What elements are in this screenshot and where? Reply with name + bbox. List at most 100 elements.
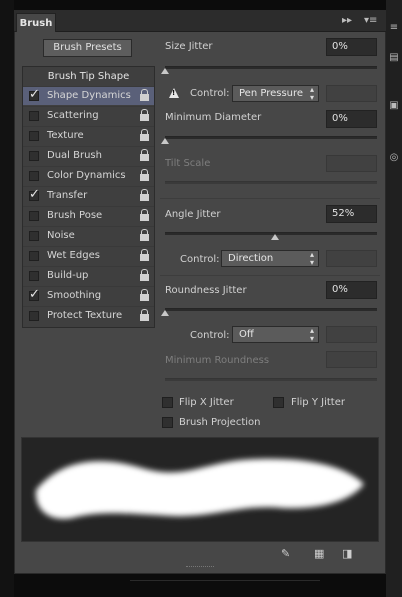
angle-jitter-slider-thumb[interactable] — [271, 234, 280, 240]
size-jitter-field[interactable]: 0% — [326, 38, 377, 56]
collapse-panel-icon[interactable]: ▸▸ — [342, 14, 352, 28]
brush-pose-checkbox[interactable] — [29, 211, 39, 221]
flip-y-jitter-checkbox[interactable] — [273, 397, 284, 408]
list-item-dual-brush[interactable]: Dual Brush — [23, 146, 154, 165]
panel-resize-grip[interactable] — [186, 566, 214, 570]
minimum-roundness-label: Minimum Roundness — [165, 355, 270, 366]
list-item-scattering[interactable]: Scattering — [23, 106, 154, 125]
roundness-control-label: Control: — [190, 330, 230, 341]
tab-brush[interactable]: Brush — [16, 13, 56, 32]
panel-tab-bar — [14, 10, 386, 32]
grid-icon[interactable]: ▦ — [314, 548, 324, 560]
flip-y-jitter-label: Flip Y Jitter — [291, 397, 345, 408]
color-dynamics-checkbox[interactable] — [29, 171, 39, 181]
smoothing-checkbox[interactable]: ✓ — [29, 288, 40, 301]
minimum-roundness-slider-track — [165, 378, 377, 381]
lock-icon[interactable] — [139, 289, 150, 303]
roundness-control-value: Off — [239, 329, 254, 340]
minimum-diameter-slider-thumb[interactable] — [161, 138, 169, 144]
list-item-protect-texture[interactable]: Protect Texture — [23, 306, 154, 325]
brush-stroke-preview — [21, 437, 379, 542]
texture-checkbox[interactable] — [29, 131, 39, 141]
left-app-area — [0, 0, 14, 597]
scattering-checkbox[interactable] — [29, 111, 39, 121]
angle-jitter-field[interactable]: 52% — [326, 205, 377, 223]
roundness-jitter-field[interactable]: 0% — [326, 281, 377, 299]
size-jitter-slider-thumb[interactable] — [161, 68, 169, 74]
angle-control-extra-field — [326, 250, 377, 267]
list-item-label: Shape Dynamics — [47, 90, 131, 101]
lock-icon[interactable] — [139, 189, 150, 203]
brush-stroke-image — [35, 458, 365, 519]
angle-jitter-label: Angle Jitter — [165, 209, 221, 220]
canvas-edge — [130, 580, 320, 581]
transfer-checkbox[interactable]: ✓ — [29, 188, 40, 201]
section-divider — [160, 275, 380, 276]
list-item-label: Noise — [47, 230, 75, 241]
wet-edges-checkbox[interactable] — [29, 251, 39, 261]
list-item-noise[interactable]: Noise — [23, 226, 154, 245]
panel-icon-4[interactable]: ◎ — [388, 152, 400, 164]
flip-x-jitter-label: Flip X Jitter — [179, 397, 234, 408]
tilt-scale-label: Tilt Scale — [165, 158, 211, 169]
minimum-roundness-field — [326, 351, 377, 368]
right-toolbar: ≡ ▤ ▣ ◎ — [386, 0, 402, 597]
minimum-diameter-slider-track[interactable] — [165, 136, 377, 139]
tilt-scale-slider-track — [165, 181, 377, 184]
panel-icon-1[interactable]: ≡ — [388, 22, 400, 34]
lock-icon[interactable] — [139, 169, 150, 183]
panel-icon-2[interactable]: ▤ — [388, 52, 400, 64]
lock-icon[interactable] — [139, 229, 150, 243]
build-up-checkbox[interactable] — [29, 271, 39, 281]
list-item-transfer[interactable]: ✓ Transfer — [23, 186, 154, 205]
list-item-label: Brush Pose — [47, 210, 103, 221]
lock-icon[interactable] — [139, 309, 150, 323]
roundness-control-extra-field — [326, 326, 377, 343]
brush-projection-checkbox[interactable] — [162, 417, 173, 428]
new-document-icon[interactable]: ◨ — [342, 548, 352, 560]
lock-icon[interactable] — [139, 209, 150, 223]
list-item-color-dynamics[interactable]: Color Dynamics — [23, 166, 154, 185]
size-jitter-label: Size Jitter — [165, 41, 213, 52]
flip-x-jitter-checkbox[interactable] — [162, 397, 173, 408]
panel-menu-icon[interactable]: ▾≡ — [364, 14, 377, 28]
list-item-brush-pose[interactable]: Brush Pose — [23, 206, 154, 225]
brush-tip-shape-item[interactable]: Brush Tip Shape — [22, 67, 155, 86]
protect-texture-checkbox[interactable] — [29, 311, 39, 321]
list-item-label: Color Dynamics — [47, 170, 126, 181]
size-control-select[interactable]: Pen Pressure ▴ ▾ — [232, 85, 319, 102]
dual-brush-checkbox[interactable] — [29, 151, 39, 161]
panel-icon-3[interactable]: ▣ — [388, 100, 400, 112]
list-item-label: Smoothing — [47, 290, 102, 301]
lock-icon[interactable] — [139, 109, 150, 123]
shape-dynamics-checkbox[interactable]: ✓ — [29, 88, 40, 101]
size-control-value: Pen Pressure — [239, 88, 304, 99]
roundness-control-select[interactable]: Off ▴ ▾ — [232, 326, 319, 343]
list-item-label: Build-up — [47, 270, 89, 281]
brush-presets-button[interactable]: Brush Presets — [43, 39, 132, 57]
lock-icon[interactable] — [139, 249, 150, 263]
list-item-texture[interactable]: Texture — [23, 126, 154, 145]
lock-icon[interactable] — [139, 269, 150, 283]
list-item-label: Scattering — [47, 110, 99, 121]
lock-icon[interactable] — [139, 89, 150, 103]
noise-checkbox[interactable] — [29, 231, 39, 241]
brush-projection-label: Brush Projection — [179, 417, 261, 428]
lock-icon[interactable] — [139, 149, 150, 163]
list-item-label: Texture — [47, 130, 84, 141]
roundness-jitter-slider-thumb[interactable] — [161, 310, 169, 316]
list-item-shape-dynamics[interactable]: ✓ Shape Dynamics — [23, 86, 154, 105]
list-item-label: Wet Edges — [47, 250, 100, 261]
list-item-smoothing[interactable]: ✓ Smoothing — [23, 286, 154, 305]
brush-preview-toggle-icon[interactable]: ✎ — [281, 548, 290, 560]
lock-icon[interactable] — [139, 129, 150, 143]
angle-control-select[interactable]: Direction ▴ ▾ — [221, 250, 319, 267]
chevron-updown-icon: ▴ ▾ — [309, 326, 314, 343]
list-item-build-up[interactable]: Build-up — [23, 266, 154, 285]
minimum-diameter-field[interactable]: 0% — [326, 110, 377, 128]
angle-control-label: Control: — [180, 254, 220, 265]
size-control-label: Control: — [190, 88, 230, 99]
roundness-jitter-slider-track[interactable] — [165, 308, 377, 311]
size-jitter-slider-track[interactable] — [165, 66, 377, 69]
list-item-wet-edges[interactable]: Wet Edges — [23, 246, 154, 265]
